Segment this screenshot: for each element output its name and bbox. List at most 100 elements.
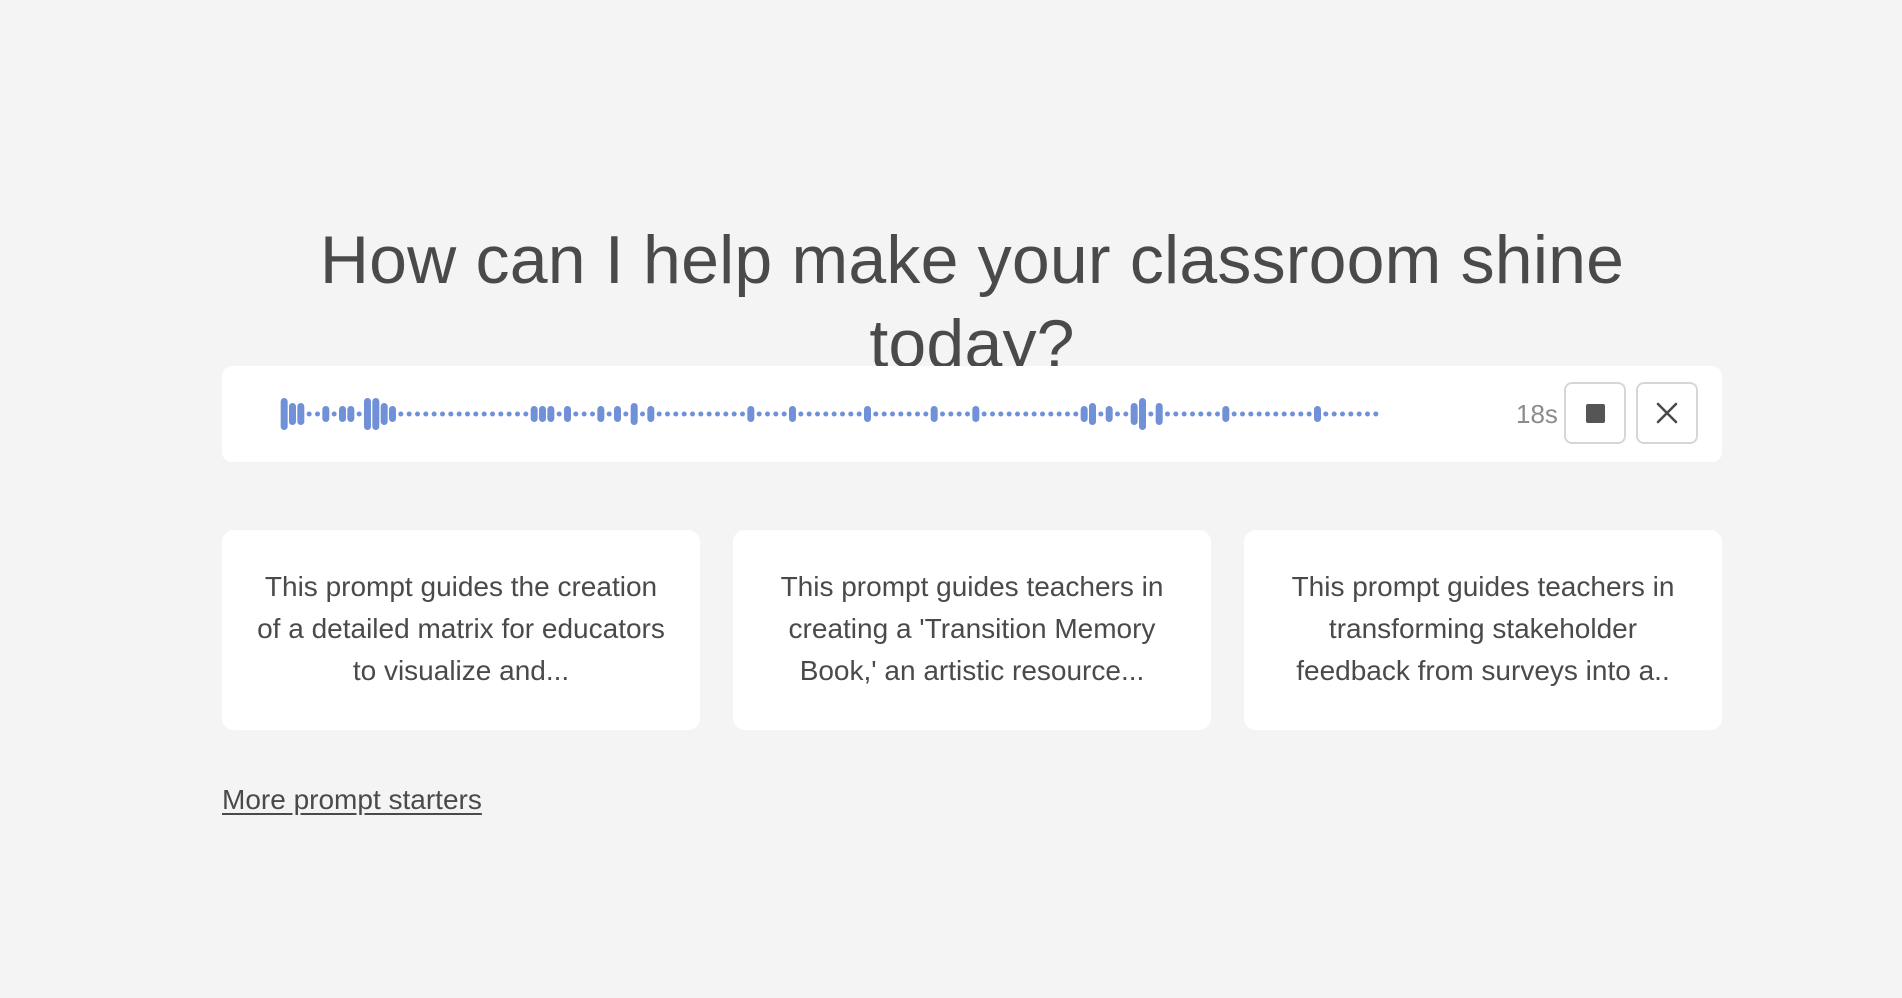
waveform-bar bbox=[1215, 411, 1220, 417]
waveform-bar bbox=[881, 411, 887, 417]
waveform-bar bbox=[1165, 411, 1170, 417]
waveform-bar bbox=[1080, 406, 1088, 422]
waveform-bar bbox=[1198, 411, 1204, 417]
waveform-bar bbox=[606, 411, 612, 417]
waveform-bar bbox=[723, 411, 729, 417]
waveform-bar bbox=[1290, 411, 1295, 417]
waveform-bar bbox=[364, 398, 371, 430]
waveform-bar bbox=[590, 411, 595, 417]
waveform-bar bbox=[956, 411, 962, 417]
waveform-bar bbox=[915, 411, 920, 417]
waveform-bar bbox=[948, 411, 954, 417]
waveform-bar bbox=[873, 411, 879, 417]
waveform-bar bbox=[1048, 411, 1054, 417]
waveform-bar bbox=[389, 406, 396, 422]
waveform-bar bbox=[1056, 411, 1062, 417]
waveform-bar bbox=[331, 411, 337, 417]
page-title: How can I help make your classroom shine… bbox=[319, 222, 1625, 382]
waveform-bar bbox=[1130, 403, 1138, 425]
waveform-bar bbox=[831, 411, 837, 417]
waveform-bar bbox=[556, 411, 562, 417]
waveform-bar bbox=[690, 411, 695, 417]
more-prompt-starters-link[interactable]: More prompt starters bbox=[222, 780, 482, 820]
waveform-bar bbox=[756, 411, 762, 417]
waveform-bar bbox=[1040, 411, 1045, 417]
waveform-bar bbox=[315, 411, 320, 417]
waveform-bar bbox=[356, 411, 362, 417]
waveform-bar bbox=[440, 411, 445, 417]
waveform-bar bbox=[1348, 411, 1354, 417]
waveform-bar bbox=[431, 411, 437, 417]
waveform-bar bbox=[798, 411, 804, 417]
waveform-bar bbox=[1248, 411, 1254, 417]
recording-timer: 18s bbox=[1516, 399, 1558, 429]
waveform-bar bbox=[630, 403, 638, 425]
waveform-bar bbox=[990, 411, 995, 417]
waveform-bar bbox=[1281, 411, 1287, 417]
waveform-bar bbox=[289, 403, 296, 425]
cancel-recording-button[interactable] bbox=[1636, 382, 1698, 444]
prompt-card[interactable]: This prompt guides teachers in creating … bbox=[733, 530, 1211, 730]
waveform-bar bbox=[848, 411, 854, 417]
waveform-bar bbox=[1306, 411, 1312, 417]
waveform-bar bbox=[322, 406, 330, 422]
waveform-bar bbox=[806, 411, 812, 417]
waveform-bar bbox=[515, 411, 520, 417]
waveform-bar bbox=[1181, 411, 1187, 417]
waveform-bar bbox=[564, 406, 571, 422]
waveform-bar bbox=[823, 411, 829, 417]
waveform-bar bbox=[456, 411, 462, 417]
waveform-bar bbox=[1065, 411, 1070, 417]
waveform-bar bbox=[1373, 411, 1379, 417]
waveform-bar bbox=[864, 406, 871, 422]
stop-square-icon bbox=[1585, 403, 1605, 423]
waveform-bar bbox=[781, 411, 787, 417]
waveform-bar bbox=[923, 411, 929, 417]
waveform-bar bbox=[1173, 411, 1179, 417]
waveform-bar bbox=[498, 411, 504, 417]
waveform-bar bbox=[547, 406, 555, 422]
waveform-bar bbox=[1089, 403, 1096, 425]
waveform-bar bbox=[1023, 411, 1029, 417]
waveform-bar bbox=[665, 411, 670, 417]
waveform-bar bbox=[573, 411, 579, 417]
waveform-bar bbox=[731, 411, 737, 417]
waveform-bar bbox=[765, 411, 770, 417]
prompt-card[interactable]: This prompt guides teachers in transform… bbox=[1244, 530, 1722, 730]
waveform-bar bbox=[1273, 411, 1279, 417]
waveform-bar bbox=[940, 411, 945, 417]
waveform-bar bbox=[581, 411, 587, 417]
waveform-bar bbox=[1139, 398, 1146, 430]
stop-recording-button[interactable] bbox=[1564, 382, 1626, 444]
waveform-bar bbox=[1340, 411, 1345, 417]
waveform-bar bbox=[998, 411, 1004, 417]
waveform-bar bbox=[398, 411, 404, 417]
prompt-card[interactable]: This prompt guides the creation of a det… bbox=[222, 530, 700, 730]
waveform-bar bbox=[673, 411, 679, 417]
waveform-bar bbox=[681, 411, 687, 417]
waveform-bar bbox=[465, 411, 470, 417]
waveform-bar bbox=[890, 411, 895, 417]
waveform-bar bbox=[415, 411, 420, 417]
waveform-bar bbox=[614, 406, 621, 422]
waveform-bar bbox=[1148, 411, 1154, 417]
waveform-bar bbox=[706, 411, 712, 417]
waveform-bar bbox=[1240, 411, 1245, 417]
waveform-bar bbox=[490, 411, 495, 417]
waveform-bar bbox=[448, 411, 454, 417]
waveform-bar bbox=[1314, 406, 1321, 422]
waveform-bar bbox=[789, 406, 796, 422]
waveform-bar bbox=[523, 411, 529, 417]
waveform-bar bbox=[1222, 406, 1230, 422]
voice-recorder-bar: 18s bbox=[222, 366, 1722, 462]
x-close-icon bbox=[1656, 402, 1678, 424]
waveform-bar bbox=[481, 411, 487, 417]
waveform-bar bbox=[372, 398, 380, 430]
waveform-bar bbox=[715, 411, 720, 417]
waveform-bar bbox=[1365, 411, 1370, 417]
waveform-bar bbox=[815, 411, 820, 417]
waveform-bar bbox=[347, 406, 355, 422]
waveform-bar bbox=[972, 406, 980, 422]
waveform-bar bbox=[906, 411, 912, 417]
waveform-bar bbox=[623, 411, 629, 417]
